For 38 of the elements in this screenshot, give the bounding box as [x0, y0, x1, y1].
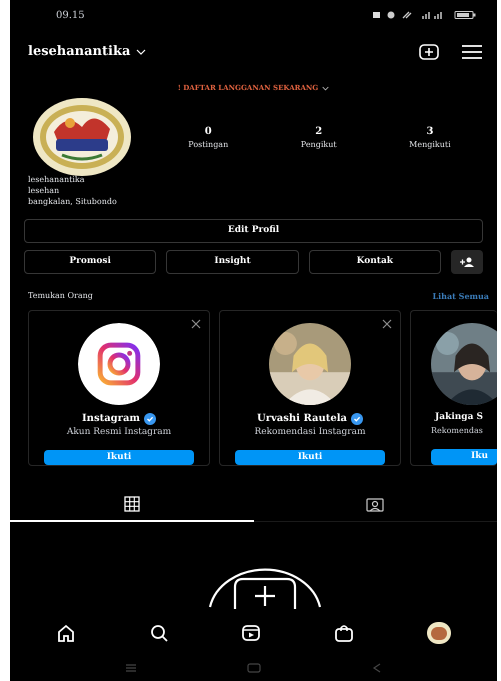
bio-line: lesehanantika: [28, 174, 86, 185]
grid-icon: [124, 496, 140, 512]
stat-count: 2: [315, 124, 322, 138]
account-name: Urvashi Rautela: [256, 412, 347, 426]
edit-profile-button[interactable]: Edit Profil: [24, 219, 483, 243]
camera-logo-icon: [78, 323, 160, 405]
profile-action-button[interactable]: Kontak: [308, 250, 441, 274]
profile-action-button[interactable]: Promosi: [24, 250, 156, 274]
stat-count: 0: [204, 124, 212, 138]
profile-tab-avatar[interactable]: [426, 622, 451, 644]
stat-label[interactable]: Postingan: [188, 138, 228, 150]
video-icon[interactable]: [241, 623, 262, 643]
stat-count: 3: [426, 124, 434, 138]
section-title: Temukan Orang: [28, 290, 93, 302]
account-subtitle: Rekomendasi Instagram: [254, 426, 366, 439]
username[interactable]: lesehanantika: [28, 42, 130, 62]
add-person-button[interactable]: [450, 250, 483, 274]
status-time: 09.15: [56, 8, 85, 22]
search-icon[interactable]: [148, 623, 169, 643]
stat-label[interactable]: Pengikut: [300, 138, 337, 150]
shopping-bag-icon[interactable]: [334, 623, 354, 643]
bio-line: lesehan: [28, 185, 60, 196]
add-person-icon: [458, 257, 475, 267]
account-subtitle: Rekomendas: [431, 424, 483, 436]
account-subtitle: Akun Resmi Instagram: [66, 426, 172, 439]
see-all-link[interactable]: Lihat Semua: [432, 290, 489, 302]
menu-icon[interactable]: [461, 44, 483, 60]
chevron-down-icon[interactable]: [322, 86, 330, 90]
account-name: Instagram: [82, 412, 140, 426]
person-frame-icon: [366, 498, 384, 512]
account-name: Jakinga S: [435, 411, 484, 424]
stat-label[interactable]: Mengikuti: [409, 138, 451, 150]
bio-line: bangkalan, Situbondo: [28, 196, 118, 207]
add-icon[interactable]: [419, 44, 439, 60]
close-icon[interactable]: [191, 319, 201, 329]
profile-action-button[interactable]: Insight: [166, 250, 299, 274]
home-icon[interactable]: [56, 623, 76, 643]
close-icon[interactable]: [382, 319, 392, 329]
